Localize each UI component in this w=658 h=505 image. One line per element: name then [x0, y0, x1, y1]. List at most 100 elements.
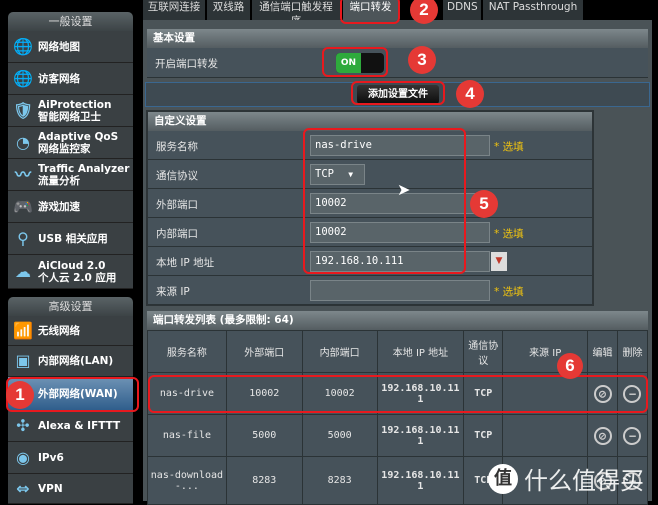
annotation-1: 1 — [6, 381, 34, 409]
sidebar-item-5[interactable]: 🎮 游戏加速 — [8, 191, 133, 223]
sidebar-adv-item-4[interactable]: ◉ IPv6 — [8, 442, 133, 474]
sidebar-item-label: USB 相关应用 — [38, 232, 108, 245]
annotation-5: 5 — [470, 190, 498, 218]
optional-hint: * 选填 — [494, 286, 524, 298]
sidebar-adv-item-0[interactable]: 📶 无线网络 — [8, 316, 133, 346]
annotation-4: 4 — [456, 80, 484, 108]
sidebar-item-6[interactable]: ⚲ USB 相关应用 — [8, 223, 133, 255]
annotation-6: 6 — [557, 353, 583, 379]
table-cell: 192.168.10.111 — [376, 414, 465, 457]
basic-settings-header: 基本设置 — [147, 29, 648, 48]
table-cell: 192.168.10.111 — [376, 456, 465, 505]
table-cell: TCP — [463, 414, 504, 457]
sidebar-item-label: AiProtection — [38, 98, 112, 111]
field-label: 通信协议 — [156, 170, 198, 182]
table-cell: nas-download-... — [147, 456, 227, 505]
column-header: 删除 — [616, 330, 649, 373]
enable-port-forwarding-label: 开启端口转发 — [155, 58, 218, 70]
sidebar-item-sublabel: 智能网络卫士 — [38, 110, 101, 123]
sidebar-item-sublabel: 流量分析 — [38, 174, 80, 187]
delete-button[interactable]: − — [616, 414, 649, 457]
wireless-icon: 📶 — [13, 320, 33, 340]
vpn-icon: ⇔ — [16, 478, 30, 498]
sidebar-adv-item-5[interactable]: ⇔ VPN — [8, 474, 133, 504]
table-cell — [502, 414, 589, 457]
column-header: 服务名称 — [147, 330, 227, 373]
tab-5[interactable]: NAT Passthrough — [483, 0, 583, 20]
traffic-wave-icon: 〰 — [14, 164, 31, 184]
tab-4[interactable]: DDNS — [443, 0, 481, 20]
optional-hint: * 选填 — [494, 228, 524, 240]
gauge-icon: ◔ — [16, 132, 30, 152]
annotation-3: 3 — [408, 46, 436, 74]
highlight-add-button — [351, 81, 445, 105]
table-cell: 8283 — [225, 456, 303, 505]
highlight-toggle — [322, 47, 388, 77]
globe-map-icon: 🌐 — [13, 36, 33, 56]
column-header: 编辑 — [587, 330, 618, 373]
watermark-logo-icon: 值 — [488, 463, 518, 494]
column-header: 内部端口 — [301, 330, 378, 373]
column-header: 通信协议 — [463, 330, 504, 373]
field-label: 本地 IP 地址 — [156, 257, 215, 269]
sidebar-item-label: Alexa & IFTTT — [38, 420, 121, 432]
advanced-settings-header: 高级设置 — [8, 297, 133, 316]
sidebar-item-label: VPN — [38, 482, 63, 495]
gamepad-icon: 🎮 — [13, 196, 33, 216]
sidebar-adv-item-3[interactable]: ✣ Alexa & IFTTT — [8, 411, 133, 442]
guest-network-icon: 🌐 — [13, 68, 33, 88]
sidebar-item-label: Adaptive QoS — [38, 130, 119, 143]
highlight-port-forward-tab — [340, 0, 400, 24]
sidebar-adv-item-1[interactable]: ▣ 内部网络(LAN) — [8, 346, 133, 377]
enable-port-forwarding-row: 开启端口转发 — [147, 48, 648, 78]
table-cell: 5000 — [301, 414, 378, 457]
sidebar-item-label: 游戏加速 — [38, 200, 80, 213]
field-label: 外部端口 — [156, 199, 198, 211]
highlight-fields — [303, 128, 466, 274]
field-label: 来源 IP — [156, 286, 190, 298]
minus-circle-icon: − — [623, 426, 642, 445]
column-header: 本地 IP 地址 — [376, 330, 465, 373]
sidebar-item-3[interactable]: ◔ Adaptive QoS 网络监控家 — [8, 127, 133, 159]
sidebar-item-label: Traffic Analyzer — [38, 162, 130, 175]
ipv6-icon: ◉ — [16, 447, 30, 467]
sidebar-item-label: 内部网络(LAN) — [38, 355, 114, 367]
sidebar-item-1[interactable]: 🌐 访客网络 — [8, 63, 133, 95]
sidebar-item-7[interactable]: ☁ AiCloud 2.0 个人云 2.0 应用 — [8, 255, 133, 289]
general-settings-header: 一般设置 — [8, 12, 133, 31]
tab-1[interactable]: 双线路 — [207, 0, 250, 20]
table-cell: nas-file — [147, 414, 227, 457]
field-label: 服务名称 — [156, 141, 198, 153]
tab-2[interactable]: 通信端口触发程序 — [252, 0, 340, 27]
alexa-icon: ✣ — [16, 416, 30, 435]
tab-0[interactable]: 互联网连接 — [143, 0, 205, 20]
sidebar-item-4[interactable]: 〰 Traffic Analyzer 流量分析 — [8, 159, 133, 191]
column-header: 外部端口 — [225, 330, 303, 373]
sidebar-item-label: 网络地图 — [38, 40, 80, 53]
table-cell: 8283 — [301, 456, 378, 505]
shield-lock-icon: 🛡 — [12, 100, 34, 120]
watermark-text: 什么值得买 — [524, 467, 644, 495]
optional-hint: * 选填 — [494, 141, 524, 153]
sidebar-item-label: IPv6 — [38, 451, 64, 464]
watermark: 值 什么值得买 — [488, 461, 644, 496]
highlight-row — [148, 375, 648, 413]
cloud-icon: ☁ — [15, 261, 31, 281]
sidebar-item-sublabel: 网络监控家 — [38, 142, 91, 155]
sidebar-item-2[interactable]: 🛡 AiProtection 智能网络卫士 — [8, 95, 133, 127]
lan-icon: ▣ — [15, 351, 31, 370]
field-input-5[interactable] — [310, 280, 490, 301]
sidebar-item-0[interactable]: 🌐 网络地图 — [8, 31, 133, 63]
table-row: nas-file 5000 5000 192.168.10.111 TCP ⊘ − — [147, 414, 649, 457]
edit-pencil-icon: ⊘ — [593, 426, 612, 445]
sidebar-item-label: 访客网络 — [38, 72, 80, 85]
port-forward-list-header: 端口转发列表 (最多限制: 64) — [147, 311, 648, 330]
sidebar-item-label: AiCloud 2.0 — [38, 259, 106, 272]
usb-icon: ⚲ — [17, 228, 29, 248]
table-cell: 5000 — [225, 414, 303, 457]
sidebar-item-label: 无线网络 — [38, 324, 80, 337]
field-label: 内部端口 — [156, 228, 198, 240]
edit-button[interactable]: ⊘ — [587, 414, 618, 457]
ip-dropdown-button[interactable]: ▼ — [491, 252, 507, 271]
sidebar-item-sublabel: 个人云 2.0 应用 — [38, 271, 117, 284]
